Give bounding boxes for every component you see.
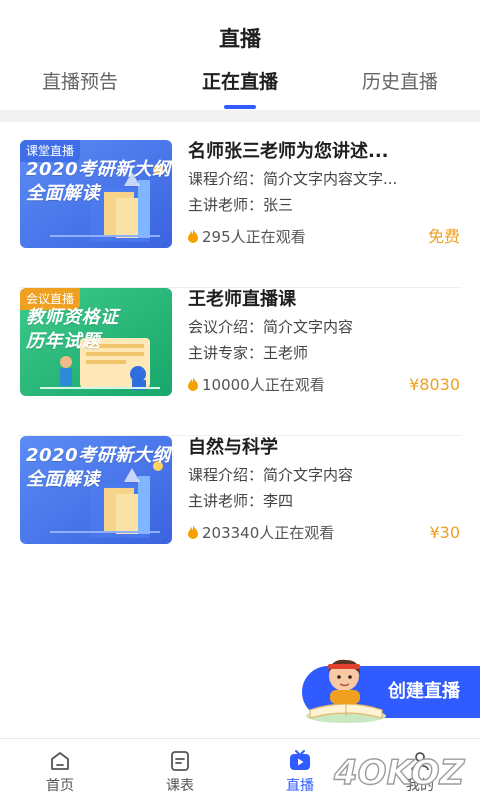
live-card-intro: 课程介绍：简介文字内容文字... [188, 168, 460, 190]
section-divider [0, 110, 480, 122]
home-icon [51, 752, 69, 770]
thumbnail-text-line1: 2020考研新大纲 [26, 445, 171, 466]
teacher-label: 主讲专家： [188, 344, 264, 362]
live-card-teacher: 主讲老师：李四 [188, 490, 460, 512]
watermark: 4OKOZ [332, 752, 466, 793]
viewer-count-text: 295人正在观看 [202, 228, 306, 246]
live-tv-icon [290, 750, 310, 770]
tabbar-label-schedule: 课表 [166, 778, 194, 794]
thumbnail-text: 2020考研新大纲 全面解读 [26, 444, 171, 492]
page-header: 直播 [0, 0, 480, 50]
tabbar-item-home[interactable]: 首页 [0, 739, 120, 800]
teacher-value: 张三 [263, 196, 294, 214]
viewer-count-text: 10000人正在观看 [202, 376, 325, 394]
intro-label: 课程介绍： [188, 170, 264, 188]
intro-value: 简介文字内容 [263, 466, 354, 484]
thumbnail-text: 教师资格证 历年试题 [26, 306, 119, 354]
page-title: 直播 [219, 27, 261, 51]
thumbnail-text-line2: 全面解读 [26, 183, 100, 204]
teacher-value: 李四 [263, 492, 294, 510]
live-card-thumbnail[interactable]: 课堂直播 2020考研新大纲 全面解读 [20, 140, 172, 248]
tab-live-now[interactable]: 正在直播 [160, 62, 320, 102]
live-card-teacher: 主讲老师：张三 [188, 194, 460, 216]
viewer-count: 10000人正在观看 [188, 374, 325, 396]
live-card-intro: 会议介绍：简介文字内容 [188, 316, 460, 338]
live-card-info: 自然与科学 课程介绍：简介文字内容 主讲老师：李四 203340人正在观看 ¥3… [188, 436, 460, 544]
live-card-info: 王老师直播课 会议介绍：简介文字内容 主讲专家：王老师 10000人正在观看 ¥… [188, 288, 460, 396]
intro-value: 简介文字内容 [263, 318, 354, 336]
fire-icon [188, 525, 198, 539]
active-tab-indicator [224, 105, 256, 109]
price: ¥8030 [409, 375, 460, 394]
create-live-label: 创建直播 [388, 681, 460, 702]
live-card-thumbnail[interactable]: 会议直播 教师资格证 历年试题 [20, 288, 172, 396]
tabbar-label-home: 首页 [46, 778, 74, 794]
teacher-label: 主讲老师： [188, 492, 264, 510]
thumbnail-text-line2: 历年试题 [26, 331, 100, 352]
viewer-count-text: 203340人正在观看 [202, 524, 335, 542]
thumbnail-text-line1: 2020考研新大纲 [26, 159, 171, 180]
live-card[interactable]: 2020考研新大纲 全面解读 自然与科学 课程介绍：简介文字内容 主讲老师：李四… [18, 436, 462, 584]
live-tabs: 直播预告 正在直播 历史直播 [0, 62, 480, 109]
live-card-thumbnail[interactable]: 2020考研新大纲 全面解读 [20, 436, 172, 544]
thumbnail-text: 2020考研新大纲 全面解读 [26, 158, 171, 206]
thumbnail-text-line1: 教师资格证 [26, 307, 119, 328]
intro-value: 简介文字内容文字... [263, 170, 398, 188]
live-card-info: 名师张三老师为您讲述... 课程介绍：简介文字内容文字... 主讲老师：张三 2… [188, 140, 460, 248]
fire-icon [188, 229, 198, 243]
teacher-label: 主讲老师： [188, 196, 264, 214]
intro-label: 课程介绍： [188, 466, 264, 484]
live-card-intro: 课程介绍：简介文字内容 [188, 464, 460, 486]
live-card-teacher: 主讲专家：王老师 [188, 342, 460, 364]
schedule-icon [171, 751, 189, 771]
tab-upcoming[interactable]: 直播预告 [0, 62, 160, 102]
live-card[interactable]: 课堂直播 2020考研新大纲 全面解读 名师张三老师为您讲述... 课程介绍：简… [18, 140, 462, 288]
live-card[interactable]: 会议直播 教师资格证 历年试题 王老师直播课 会议介绍：简介文字内容 主讲专家：… [18, 288, 462, 436]
price: ¥30 [429, 523, 460, 542]
live-card-meta: 295人正在观看 免费 [188, 226, 460, 248]
teacher-value: 王老师 [263, 344, 309, 362]
live-card-title[interactable]: 王老师直播课 [188, 288, 460, 312]
live-card-meta: 10000人正在观看 ¥8030 [188, 374, 460, 396]
thumbnail-text-line2: 全面解读 [26, 469, 100, 490]
live-card-meta: 203340人正在观看 ¥30 [188, 522, 460, 544]
watermark-text: 4OKOZ [333, 753, 466, 793]
intro-label: 会议介绍： [188, 318, 264, 336]
live-card-title[interactable]: 自然与科学 [188, 436, 460, 460]
fire-icon [188, 377, 198, 391]
tabbar-item-schedule[interactable]: 课表 [120, 739, 240, 800]
price: 免费 [427, 227, 460, 246]
viewer-count: 203340人正在观看 [188, 522, 334, 544]
live-card-title[interactable]: 名师张三老师为您讲述... [188, 140, 460, 164]
reading-kid-icon [306, 659, 386, 723]
viewer-count: 295人正在观看 [188, 226, 306, 248]
tab-history[interactable]: 历史直播 [320, 62, 480, 102]
